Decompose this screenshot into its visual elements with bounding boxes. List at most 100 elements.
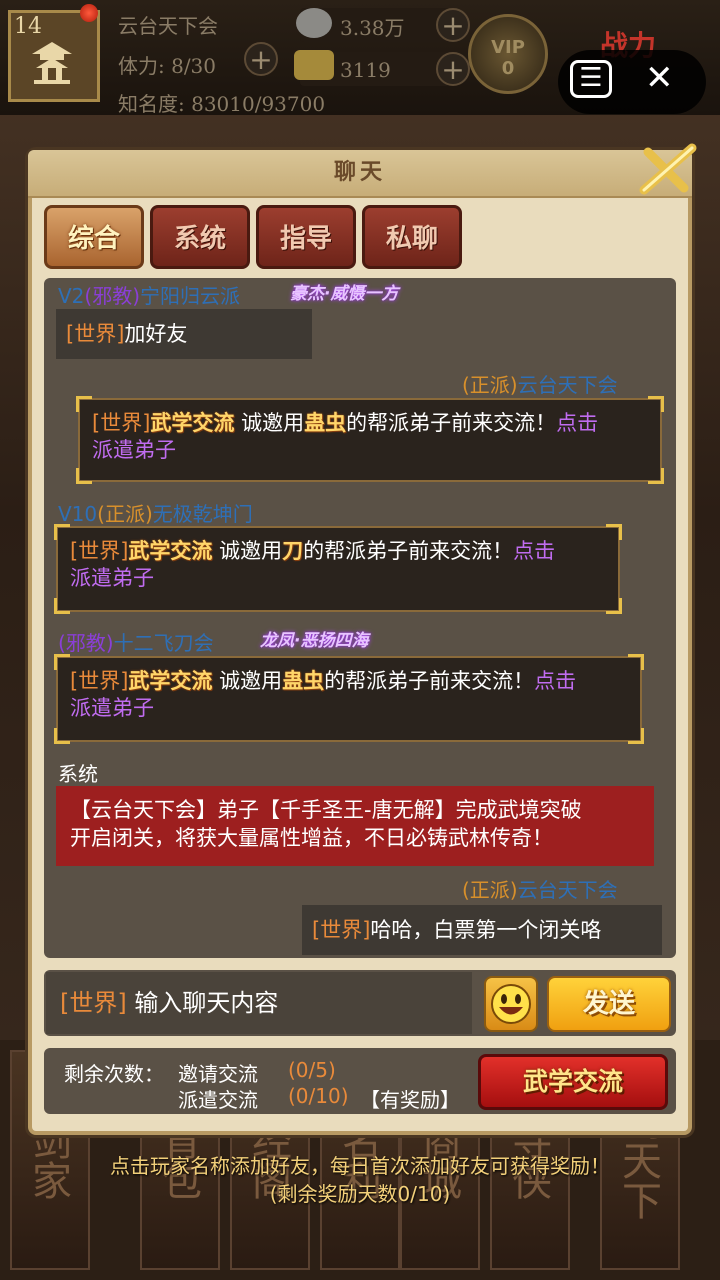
player-name: 云台天下会 — [517, 878, 618, 902]
faction-tag: (正派) — [462, 878, 518, 902]
tab-general[interactable]: 综合 — [44, 205, 144, 269]
chat-input-placeholder: 输入聊天内容 — [134, 989, 279, 1017]
dialog-title: 聊天 — [28, 150, 692, 198]
sender-name[interactable]: V2(邪教)宁阳归云派 — [58, 280, 240, 309]
smiley-icon — [491, 984, 531, 1024]
faction-tag: (邪教) — [58, 631, 114, 655]
sender-name[interactable]: (正派)云台天下会 — [462, 369, 618, 398]
frame-corner — [648, 468, 664, 484]
dispatch-link[interactable]: 派遣弟子 — [70, 696, 154, 720]
dispatch-label: 派遣交流 — [178, 1088, 258, 1112]
chat-bubble: [世界]加好友 — [56, 309, 312, 359]
invite-label: 邀请交流 — [178, 1062, 258, 1086]
item-tag: 蛊虫 — [304, 411, 347, 435]
message-text: 诚邀用 — [219, 669, 283, 693]
menu-icon[interactable]: ☰ — [570, 60, 612, 98]
tab-guide[interactable]: 指导 — [256, 205, 356, 269]
player-name: 云台天下会 — [517, 373, 618, 397]
close-icon[interactable]: ✕ — [645, 58, 674, 98]
dispatch-link[interactable]: 派遣弟子 — [70, 566, 154, 590]
dialog-close-icon[interactable] — [632, 140, 702, 200]
guild-name: 云台天下会 — [118, 14, 218, 38]
remaining-label: 剩余次数： — [64, 1062, 164, 1086]
exchange-invite-bubble[interactable]: [世界]武学交流 诚邀用蛊虫的帮派弟子前来交流！点击派遣弟子 — [56, 656, 642, 742]
stamina-text: 体力: 8/30 — [118, 54, 217, 78]
system-sender-label: 系统 — [58, 762, 98, 786]
player-title-badge: 豪杰·威慑一方 — [290, 284, 399, 304]
silver-amount: 3.38万 — [340, 16, 405, 40]
martial-exchange-button[interactable]: 武学交流 — [478, 1054, 668, 1110]
frame-corner — [54, 728, 70, 744]
faction-tag: (正派) — [97, 502, 153, 526]
add-silver-button[interactable]: + — [436, 8, 470, 42]
click-link[interactable]: 点击 — [513, 539, 555, 563]
tab-private[interactable]: 私聊 — [362, 205, 462, 269]
gold-ingot-icon — [294, 50, 334, 80]
vip-label: VIP — [491, 37, 525, 58]
emoji-button[interactable] — [484, 976, 538, 1032]
message-text: 的帮派弟子前来交流！ — [346, 411, 557, 435]
event-tag: 武学交流 — [150, 411, 235, 435]
faction-tag: (邪教) — [84, 284, 141, 308]
frame-corner — [628, 728, 644, 744]
dispatch-count: (0/10) — [288, 1084, 349, 1108]
frame-corner — [76, 396, 92, 412]
exchange-invite-bubble[interactable]: [世界]武学交流 诚邀用刀的帮派弟子前来交流！点击 派遣弟子 — [56, 526, 620, 612]
frame-corner — [54, 598, 70, 614]
player-name: 无极乾坤门 — [152, 502, 253, 526]
click-link[interactable]: 点击 — [556, 411, 598, 435]
add-gold-button[interactable]: + — [436, 52, 470, 86]
event-tag: 武学交流 — [128, 669, 213, 693]
notification-dot — [80, 4, 98, 22]
click-link[interactable]: 点击 — [534, 669, 576, 693]
frame-corner — [606, 524, 622, 540]
message-text: 哈哈，白票第一个闭关咯 — [370, 918, 602, 942]
system-message-bubble: 【云台天下会】弟子【千手圣王-唐无解】完成武境突破 开启闭关，将获大量属性增益，不… — [56, 786, 654, 866]
silver-icon — [296, 8, 332, 38]
system-message-line: 开启闭关，将获大量属性增益，不日必铸武林传奇！ — [70, 826, 553, 850]
vip-tag: V10 — [58, 502, 98, 526]
exchange-invite-bubble[interactable]: [世界]武学交流 诚邀用蛊虫的帮派弟子前来交流！点击派遣弟子 — [78, 398, 662, 482]
system-message-line: 【云台天下会】弟子【千手圣王-唐无解】完成武境突破 — [70, 798, 582, 822]
player-name: 宁阳归云派 — [140, 284, 241, 308]
chat-input[interactable]: [世界] 输入聊天内容 — [46, 972, 472, 1034]
player-name: 十二飞刀会 — [113, 631, 214, 655]
world-channel-tag: [世界] — [312, 918, 371, 942]
frame-corner — [628, 654, 644, 670]
item-tag: 刀 — [282, 539, 304, 563]
note-line: 点击玩家名称添加好友，每日首次添加好友可获得奖励！ — [110, 1154, 610, 1178]
frame-corner — [54, 654, 70, 670]
sender-name[interactable]: (邪教)十二飞刀会 — [58, 627, 214, 656]
message-text: 的帮派弟子前来交流！ — [303, 539, 514, 563]
event-tag: 武学交流 — [128, 539, 213, 563]
world-channel-tag[interactable]: [世界] — [60, 989, 127, 1017]
message-text: 诚邀用 — [219, 539, 283, 563]
reward-label: 【有奖励】 — [360, 1088, 460, 1112]
message-text: 的帮派弟子前来交流！ — [324, 669, 535, 693]
vip-level: 0 — [501, 58, 515, 79]
player-title-badge: 龙凤·恶扬四海 — [260, 631, 369, 651]
message-text: 诚邀用 — [241, 411, 305, 435]
sender-name[interactable]: V10(正派)无极乾坤门 — [58, 498, 253, 527]
frame-corner — [606, 598, 622, 614]
frame-corner — [54, 524, 70, 540]
frame-corner — [76, 468, 92, 484]
note-line: (剩余奖励天数0/10) — [269, 1182, 451, 1206]
vip-badge[interactable]: VIP 0 — [468, 14, 548, 94]
world-channel-tag: [世界] — [92, 411, 151, 435]
tab-system[interactable]: 系统 — [150, 205, 250, 269]
send-button[interactable]: 发送 — [547, 976, 671, 1032]
dispatch-link[interactable]: 派遣弟子 — [92, 438, 176, 462]
message-text: 加好友 — [124, 322, 188, 346]
invite-count: (0/5) — [288, 1058, 336, 1082]
vip-tag: V2 — [58, 284, 85, 308]
item-tag: 蛊虫 — [282, 669, 325, 693]
world-channel-tag: [世界] — [66, 322, 125, 346]
sender-name[interactable]: (正派)云台天下会 — [462, 874, 618, 903]
fame-text: 知名度: 83010/93700 — [118, 92, 326, 116]
player-level: 14 — [14, 14, 42, 39]
pagoda-icon — [32, 42, 72, 84]
world-channel-tag: [世界] — [70, 669, 129, 693]
friend-reward-note: 点击玩家名称添加好友，每日首次添加好友可获得奖励！ (剩余奖励天数0/10) — [0, 1152, 720, 1208]
add-stamina-button[interactable]: + — [244, 42, 278, 76]
